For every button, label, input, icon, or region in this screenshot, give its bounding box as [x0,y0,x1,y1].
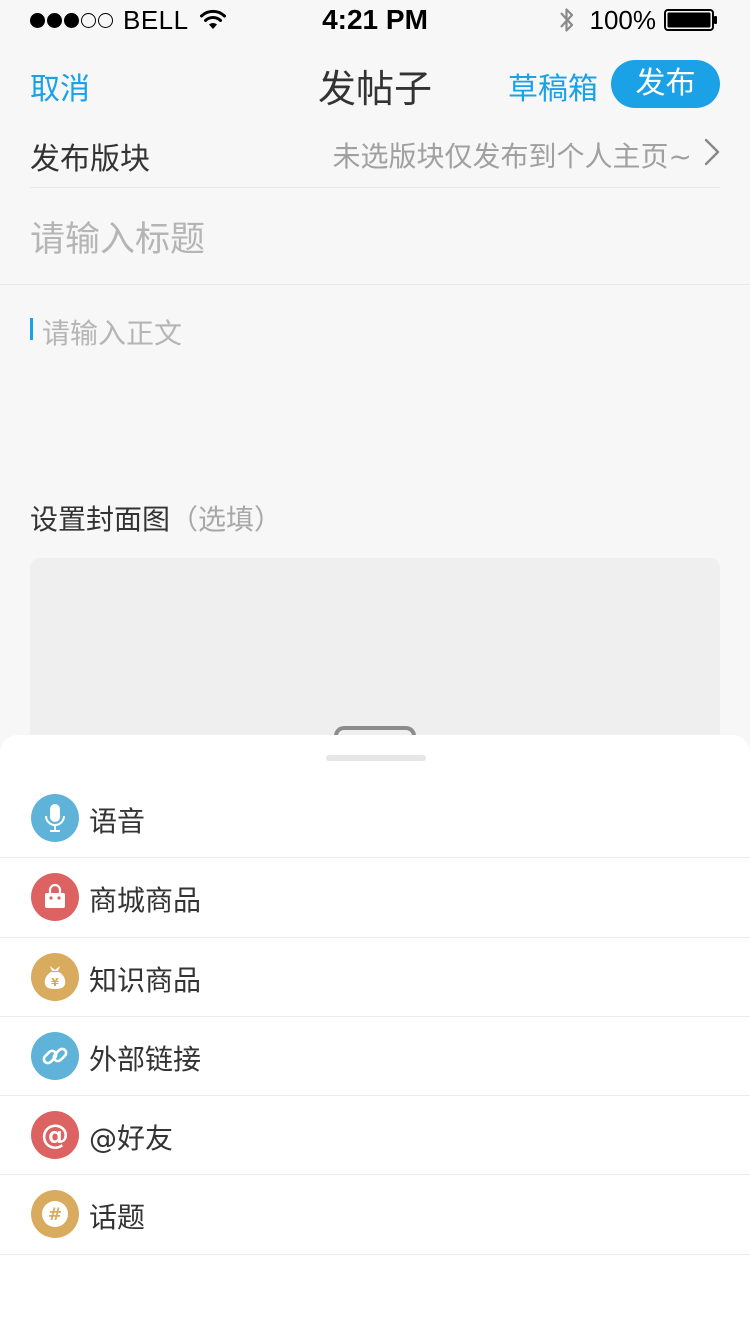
option-voice[interactable]: 语音 [0,779,750,859]
cover-label-text: 设置封面图 [30,503,171,536]
option-label: 知识商品 [89,963,202,997]
option-topic[interactable]: # 话题 [0,1175,750,1255]
section-selector[interactable]: 发布版块 未选版块仅发布到个人主页~ [30,118,720,188]
shopping-bag-icon [31,873,79,922]
option-label: 商城商品 [89,884,202,918]
option-label: @好友 [89,1122,174,1156]
hashtag-icon: # [31,1190,79,1239]
link-icon [31,1031,79,1080]
cover-image-picker[interactable] [30,558,720,766]
text-cursor [30,318,33,340]
option-label: 外部链接 [89,1042,202,1076]
title-field[interactable]: 请输入标题 [0,189,750,285]
nav-bar: 取消 发帖子 草稿箱 发布 [0,40,750,130]
publish-button[interactable]: 发布 [611,60,720,108]
section-label: 发布版块 [30,142,150,177]
title-input[interactable]: 请输入标题 [30,211,205,262]
option-knowledge-product[interactable]: ¥ 知识商品 [0,938,750,1017]
option-label: 语音 [89,805,146,838]
body-input[interactable]: 请输入正文 [42,312,182,352]
battery-percent: 100% [589,4,657,35]
sheet-drag-handle[interactable] [326,755,426,761]
cover-label: 设置封面图（选填） [30,498,282,538]
option-label: 话题 [89,1201,146,1235]
at-icon: @ [31,1111,79,1160]
svg-text:@: @ [41,1119,69,1151]
option-mention-friend[interactable]: @ @好友 [0,1096,750,1176]
status-bar: BELL 4:21 PM 100% [0,0,750,40]
money-bag-icon: ¥ [31,952,79,1001]
bluetooth-icon [559,8,573,32]
cover-optional-hint: （选填） [170,503,283,536]
status-right: 100% [558,5,719,35]
option-mall-product[interactable]: 商城商品 [0,858,750,938]
svg-text:#: # [48,1205,62,1225]
insert-options-sheet: 语音 商城商品 ¥ 知识商品 外部链接 @ @好友 # 话题 [0,735,750,1334]
chevron-right-icon [704,138,720,166]
section-value: 未选版块仅发布到个人主页~ [332,140,692,173]
microphone-icon [31,794,79,842]
insert-options-list: 语音 商城商品 ¥ 知识商品 外部链接 @ @好友 # 话题 [0,779,750,1255]
battery-icon [664,9,717,31]
svg-text:¥: ¥ [51,976,59,989]
drafts-button[interactable]: 草稿箱 [508,64,598,108]
option-external-link[interactable]: 外部链接 [0,1017,750,1097]
